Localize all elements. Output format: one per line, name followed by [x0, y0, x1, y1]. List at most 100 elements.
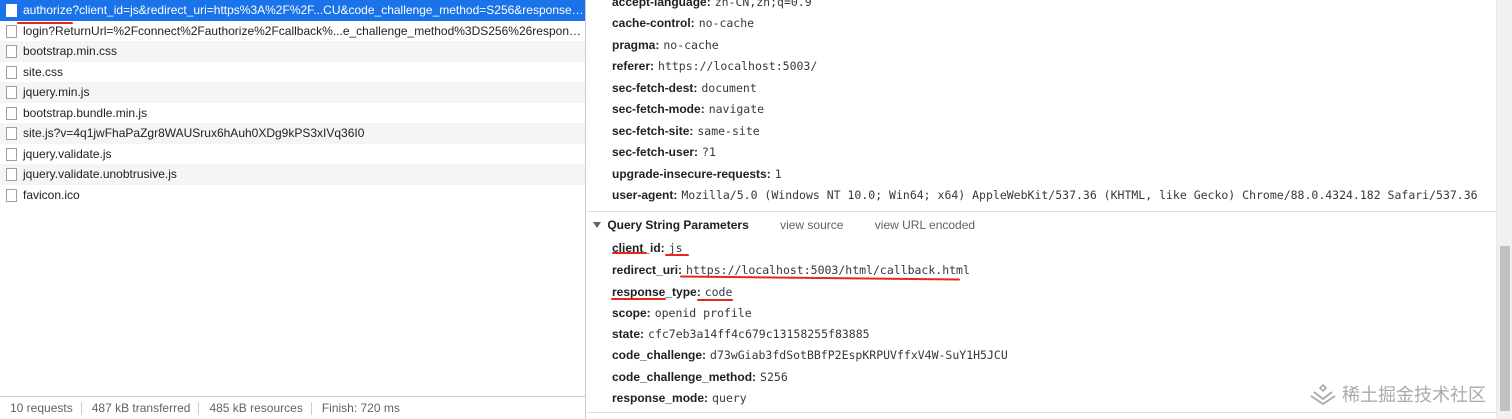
- request-list-pane: authorize?client_id=js&redirect_uri=http…: [0, 0, 586, 419]
- query-string-section-header[interactable]: Query String Parameters view source view…: [593, 216, 975, 234]
- request-row-bootstrap-bundle[interactable]: bootstrap.bundle.min.js: [0, 103, 585, 124]
- header-row-sec-fetch-mode: sec-fetch-mode: navigate: [612, 100, 764, 118]
- header-row-pragma: pragma: no-cache: [612, 36, 719, 54]
- request-row-bootstrap-css[interactable]: bootstrap.min.css: [0, 41, 585, 62]
- header-name: accept-language:: [612, 0, 711, 9]
- headers-pane: accept-language: zh-CN,zh;q=0.9 cache-con…: [587, 0, 1496, 419]
- request-row-authorize[interactable]: authorize?client_id=js&redirect_uri=http…: [0, 0, 585, 21]
- header-value: Mozilla/5.0 (Windows NT 10.0; Win64; x64…: [681, 188, 1478, 202]
- header-name: sec-fetch-mode:: [612, 102, 705, 116]
- param-row-code-challenge-method: code_challenge_method: S256: [612, 368, 788, 386]
- header-row-referer: referer: https://localhost:5003/: [612, 57, 817, 75]
- header-value: same-site: [697, 124, 760, 138]
- header-name: sec-fetch-site:: [612, 124, 694, 138]
- file-icon: [6, 86, 17, 99]
- request-row-jquery[interactable]: jquery.min.js: [0, 82, 585, 103]
- bottom-divider: [587, 412, 1496, 413]
- header-value: no-cache: [698, 16, 755, 30]
- request-count: 10 requests: [0, 401, 82, 415]
- request-name: jquery.validate.js: [23, 146, 112, 161]
- header-value: ?1: [702, 145, 716, 159]
- param-value: js: [668, 241, 683, 255]
- param-row-response-mode: response_mode: query: [612, 389, 747, 407]
- annotation-underline-client-id-value: [665, 254, 689, 256]
- file-icon: [6, 4, 17, 17]
- param-value: S256: [760, 370, 788, 384]
- header-value: zh-CN,zh;q=0.9: [714, 0, 812, 9]
- section-divider: [587, 211, 1496, 212]
- request-name: favicon.ico: [23, 187, 80, 202]
- header-row-user-agent: user-agent: Mozilla/5.0 (Windows NT 10.0;…: [612, 186, 1478, 204]
- watermark: 稀土掘金技术社区: [1310, 381, 1486, 407]
- request-name: bootstrap.min.css: [23, 44, 118, 58]
- finish-time: Finish: 720 ms: [321, 400, 400, 415]
- param-value: https://localhost:5003/html/callback.htm…: [686, 263, 970, 277]
- header-name: upgrade-insecure-requests:: [612, 167, 771, 181]
- resources-size: 485 kB resources: [199, 401, 312, 415]
- watermark-text: 稀土掘金技术社区: [1342, 385, 1486, 406]
- view-source-link[interactable]: view source: [780, 218, 843, 232]
- juejin-logo-icon: [1310, 383, 1336, 405]
- header-name: cache-control:: [612, 16, 695, 30]
- file-icon: [6, 127, 17, 140]
- request-name: site.css: [23, 64, 64, 79]
- header-value: no-cache: [663, 38, 719, 52]
- request-name: jquery.validate.unobtrusive.js: [23, 167, 177, 181]
- param-name: redirect_uri:: [612, 263, 683, 277]
- annotation-underline-response-type-value: [697, 299, 733, 301]
- header-name: sec-fetch-dest:: [612, 81, 698, 95]
- header-value: navigate: [708, 102, 765, 116]
- param-name: code_challenge:: [612, 348, 707, 362]
- scrollbar-thumb[interactable]: [1500, 246, 1510, 411]
- param-row-code-challenge: code_challenge: d73wGiab3fdSotBBfP2EspKRP…: [612, 346, 1008, 364]
- file-icon: [6, 24, 17, 38]
- annotation-underline-authorize: [17, 22, 73, 24]
- param-value: code: [704, 285, 733, 299]
- status-bar: 10 requests 487 kB transferred 485 kB re…: [0, 396, 585, 419]
- request-row-site-js[interactable]: site.js?v=4q1jwFhaPaZgr8WAUSrux6hAuh0XDg…: [0, 123, 585, 144]
- param-value: openid profile: [654, 306, 752, 320]
- header-value: document: [701, 81, 757, 95]
- file-icon: [6, 168, 17, 181]
- section-title: Query String Parameters: [607, 218, 749, 232]
- param-name: response_mode:: [612, 391, 709, 405]
- header-value: https://localhost:5003/: [658, 59, 818, 73]
- param-value: query: [712, 391, 747, 405]
- header-row-accept-language: accept-language: zh-CN,zh;q=0.9: [612, 0, 812, 11]
- param-value: d73wGiab3fdSotBBfP2EspKRPUVffxV4W-SuY1H5…: [710, 348, 1008, 362]
- request-name: site.js?v=4q1jwFhaPaZgr8WAUSrux6hAuh0XDg…: [23, 126, 365, 140]
- request-row-jquery-validate-unobtrusive[interactable]: jquery.validate.unobtrusive.js: [0, 164, 585, 185]
- request-name: jquery.min.js: [23, 85, 90, 99]
- param-name: scope:: [612, 306, 651, 320]
- collapse-triangle-icon[interactable]: [593, 222, 601, 228]
- file-icon: [6, 45, 17, 58]
- header-row-cache-control: cache-control: no-cache: [612, 14, 754, 32]
- request-row-favicon[interactable]: favicon.ico: [0, 185, 585, 206]
- header-name: pragma:: [612, 38, 660, 52]
- header-name: referer:: [612, 59, 655, 73]
- annotation-underline-client-id: [612, 252, 647, 254]
- param-row-state: state: cfc7eb3a14ff4c679c13158255f83885: [612, 325, 870, 343]
- param-name: code_challenge_method:: [612, 370, 757, 384]
- header-row-sec-fetch-user: sec-fetch-user: ?1: [612, 143, 716, 161]
- transferred-size: 487 kB transferred: [82, 401, 200, 415]
- header-name: sec-fetch-user:: [612, 145, 699, 159]
- request-name: bootstrap.bundle.min.js: [23, 105, 148, 120]
- request-row-jquery-validate[interactable]: jquery.validate.js: [0, 144, 585, 165]
- view-url-encoded-link[interactable]: view URL encoded: [875, 218, 975, 232]
- file-icon: [6, 65, 17, 79]
- header-value: 1: [774, 167, 782, 181]
- request-name: authorize?client_id=js&redirect_uri=http…: [23, 3, 585, 17]
- annotation-underline-response-type: [611, 298, 666, 300]
- file-icon: [6, 147, 17, 161]
- file-icon: [6, 106, 17, 120]
- request-row-site-css[interactable]: site.css: [0, 62, 585, 83]
- request-row-login[interactable]: login?ReturnUrl=%2Fconnect%2Fauthorize%2…: [0, 21, 585, 42]
- header-row-sec-fetch-site: sec-fetch-site: same-site: [612, 122, 760, 140]
- request-name: login?ReturnUrl=%2Fconnect%2Fauthorize%2…: [23, 23, 585, 38]
- param-name: response_type:: [612, 285, 701, 299]
- header-name: user-agent:: [612, 188, 678, 202]
- param-value: cfc7eb3a14ff4c679c13158255f83885: [648, 327, 870, 341]
- headers-scrollbar[interactable]: [1496, 0, 1512, 419]
- header-row-upgrade-insecure-requests: upgrade-insecure-requests: 1: [612, 165, 782, 183]
